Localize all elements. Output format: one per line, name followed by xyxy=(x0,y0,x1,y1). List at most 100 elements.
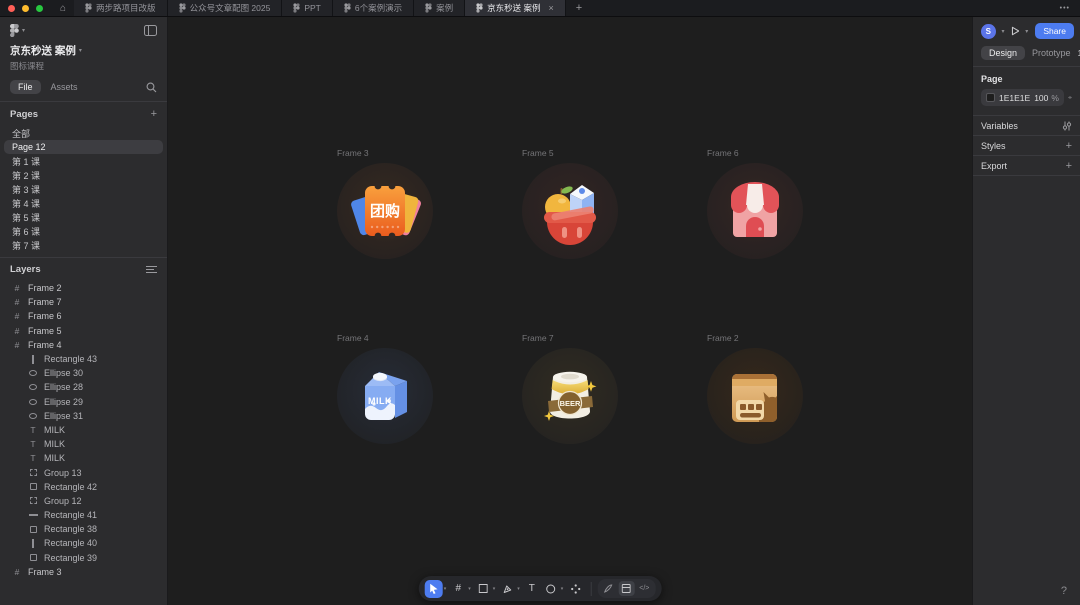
tab-file-5[interactable]: 案例 xyxy=(414,0,465,16)
add-style-icon[interactable]: + xyxy=(1066,140,1072,152)
page-color-input[interactable]: 1E1E1E 100 % xyxy=(981,89,1064,106)
frame-label[interactable]: Frame 7 xyxy=(522,333,618,343)
move-tool-button[interactable] xyxy=(425,580,443,598)
page-item[interactable]: 第 1 课 xyxy=(0,154,167,168)
layer-text[interactable]: TMILK xyxy=(0,423,167,437)
layer-rectangle[interactable]: Rectangle 40 xyxy=(0,536,167,550)
export-section[interactable]: Export + xyxy=(973,156,1080,175)
comment-tool-button[interactable] xyxy=(542,580,560,598)
variables-section[interactable]: Variables xyxy=(973,116,1080,135)
move-tool-chevron-icon[interactable]: ▾ xyxy=(444,586,447,592)
layer-frame-expanded[interactable]: #Frame 4 xyxy=(0,338,167,352)
shape-tool-chevron-icon[interactable]: ▾ xyxy=(493,586,496,592)
tab-design[interactable]: Design xyxy=(981,46,1025,60)
tab-file-4[interactable]: 6个案例演示 xyxy=(333,0,414,16)
visibility-eye-icon[interactable] xyxy=(1068,93,1072,102)
search-icon[interactable] xyxy=(146,82,157,93)
add-export-icon[interactable]: + xyxy=(1066,160,1072,172)
layer-ellipse[interactable]: Ellipse 31 xyxy=(0,409,167,423)
beer-can-icon[interactable]: BEER xyxy=(522,348,618,444)
color-hex-value[interactable]: 1E1E1E xyxy=(999,93,1030,103)
pet-food-bag-icon[interactable] xyxy=(707,348,803,444)
design-canvas[interactable]: Frame 3 团购 Frame 5 xyxy=(168,17,972,605)
page-item[interactable]: 全部 xyxy=(0,126,167,140)
layer-rectangle[interactable]: Rectangle 39 xyxy=(0,551,167,565)
draw-mode-button[interactable] xyxy=(600,581,616,596)
layer-frame[interactable]: #Frame 3 xyxy=(0,565,167,579)
milk-carton-icon[interactable]: MILK xyxy=(337,348,433,444)
frame-label[interactable]: Frame 3 xyxy=(337,148,433,158)
present-play-icon[interactable] xyxy=(1011,26,1020,36)
tab-file-3[interactable]: PPT xyxy=(282,0,333,16)
grocery-basket-icon[interactable] xyxy=(522,163,618,259)
layer-ellipse[interactable]: Ellipse 29 xyxy=(0,395,167,409)
file-title-chevron-icon[interactable]: ▾ xyxy=(79,47,82,54)
layer-text[interactable]: TMILK xyxy=(0,437,167,451)
layer-rectangle[interactable]: Rectangle 41 xyxy=(0,508,167,522)
canvas-frame-5[interactable]: Frame 5 xyxy=(522,148,618,259)
pen-tool-chevron-icon[interactable]: ▾ xyxy=(517,586,520,592)
frame-tool-chevron-icon[interactable]: ▾ xyxy=(468,586,471,592)
tab-prototype[interactable]: Prototype xyxy=(1032,48,1071,58)
layer-text[interactable]: TMILK xyxy=(0,451,167,465)
page-item[interactable]: 第 7 课 xyxy=(0,238,167,252)
layer-frame[interactable]: #Frame 7 xyxy=(0,295,167,309)
close-tab-icon[interactable]: × xyxy=(549,3,554,13)
frame-label[interactable]: Frame 4 xyxy=(337,333,433,343)
page-item[interactable]: 第 2 课 xyxy=(0,168,167,182)
frame-label[interactable]: Frame 5 xyxy=(522,148,618,158)
shape-tool-button[interactable] xyxy=(474,580,492,598)
layer-rectangle[interactable]: Rectangle 43 xyxy=(0,352,167,366)
canvas-frame-3[interactable]: Frame 3 团购 xyxy=(337,148,433,259)
figma-logo-icon[interactable] xyxy=(10,24,19,37)
frame-label[interactable]: Frame 2 xyxy=(707,333,803,343)
styles-section[interactable]: Styles + xyxy=(973,136,1080,155)
text-tool-button[interactable]: T xyxy=(523,580,541,598)
adjust-sliders-icon[interactable] xyxy=(1062,121,1072,131)
new-tab-button[interactable]: + xyxy=(566,0,592,16)
collapse-panel-icon[interactable] xyxy=(144,25,157,36)
avatar[interactable]: S xyxy=(981,24,996,39)
layer-frame[interactable]: #Frame 2 xyxy=(0,281,167,295)
layer-group[interactable]: Group 13 xyxy=(0,465,167,479)
layer-ellipse[interactable]: Ellipse 30 xyxy=(0,366,167,380)
help-button[interactable]: ? xyxy=(1061,585,1067,597)
layers-options-icon[interactable] xyxy=(146,265,157,274)
comment-tool-chevron-icon[interactable]: ▾ xyxy=(561,586,564,592)
close-window-button[interactable] xyxy=(8,5,15,12)
layer-rectangle[interactable]: Rectangle 42 xyxy=(0,480,167,494)
group-buy-coupon-icon[interactable]: 团购 xyxy=(337,163,433,259)
canvas-frame-4[interactable]: Frame 4 MILK xyxy=(337,333,433,444)
layer-frame[interactable]: #Frame 6 xyxy=(0,309,167,323)
canvas-frame-2[interactable]: Frame 2 xyxy=(707,333,803,444)
page-item[interactable]: 第 5 课 xyxy=(0,210,167,224)
tab-file-panel[interactable]: File xyxy=(10,80,41,94)
layer-ellipse[interactable]: Ellipse 28 xyxy=(0,380,167,394)
minimize-window-button[interactable] xyxy=(22,5,29,12)
canvas-frame-7[interactable]: Frame 7 BEER xyxy=(522,333,618,444)
tab-assets-panel[interactable]: Assets xyxy=(51,82,78,92)
layer-group[interactable]: Group 12 xyxy=(0,494,167,508)
account-chevron-icon[interactable]: ▾ xyxy=(1002,28,1005,35)
color-swatch[interactable] xyxy=(986,93,995,102)
page-item[interactable]: 第 3 课 xyxy=(0,182,167,196)
color-opacity-value[interactable]: 100 xyxy=(1034,93,1048,103)
add-page-icon[interactable]: + xyxy=(151,108,157,120)
share-button[interactable]: Share xyxy=(1035,23,1074,39)
tab-file-1[interactable]: 两步路项目改版 xyxy=(74,0,168,16)
page-item[interactable]: 第 6 课 xyxy=(0,224,167,238)
frame-label[interactable]: Frame 6 xyxy=(707,148,803,158)
layer-rectangle[interactable]: Rectangle 38 xyxy=(0,522,167,536)
page-item[interactable]: 第 4 课 xyxy=(0,196,167,210)
frame-tool-button[interactable]: # xyxy=(449,580,467,598)
overflow-menu-icon[interactable]: ••• xyxy=(1060,0,1070,17)
present-chevron-icon[interactable]: ▾ xyxy=(1025,28,1028,35)
dev-mode-button[interactable]: </> xyxy=(636,581,652,596)
layer-frame[interactable]: #Frame 5 xyxy=(0,324,167,338)
canvas-frame-6[interactable]: Frame 6 xyxy=(707,148,803,259)
main-menu-chevron-icon[interactable]: ▾ xyxy=(22,27,25,34)
tab-file-active[interactable]: 京东秒送 案例 × xyxy=(465,0,566,16)
storefront-icon[interactable] xyxy=(707,163,803,259)
layout-mode-button[interactable] xyxy=(618,581,634,596)
page-item-selected[interactable]: Page 12 xyxy=(4,140,163,154)
